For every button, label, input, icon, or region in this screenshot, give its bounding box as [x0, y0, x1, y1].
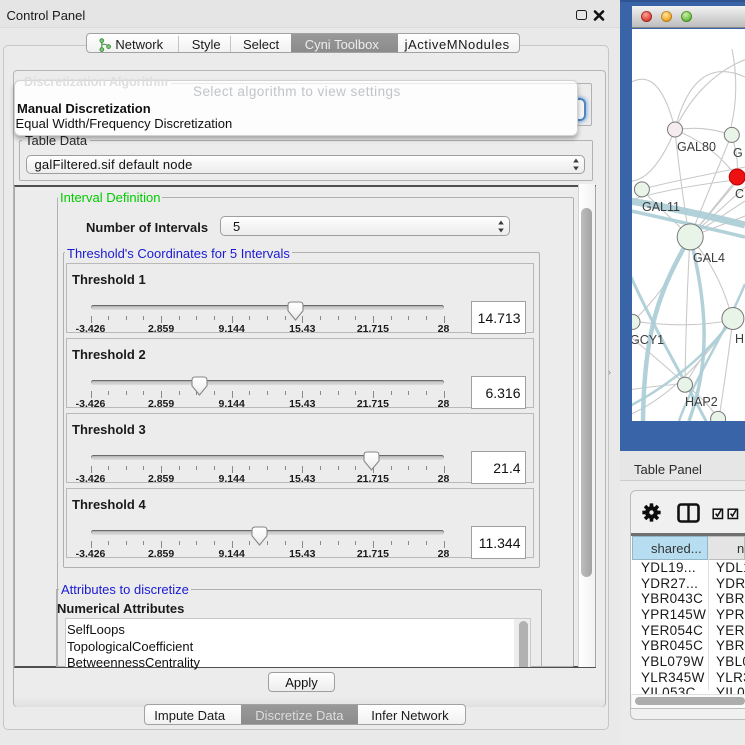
svg-text:HAP2: HAP2 [685, 395, 718, 409]
svg-text:GCY1: GCY1 [632, 333, 664, 347]
svg-text:GAL80: GAL80 [677, 140, 716, 154]
svg-text:C: C [735, 187, 744, 201]
svg-text:H: H [735, 332, 744, 346]
svg-text:GAL4: GAL4 [693, 251, 725, 265]
svg-text:GAL11: GAL11 [642, 200, 680, 214]
svg-text:G: G [733, 146, 743, 160]
